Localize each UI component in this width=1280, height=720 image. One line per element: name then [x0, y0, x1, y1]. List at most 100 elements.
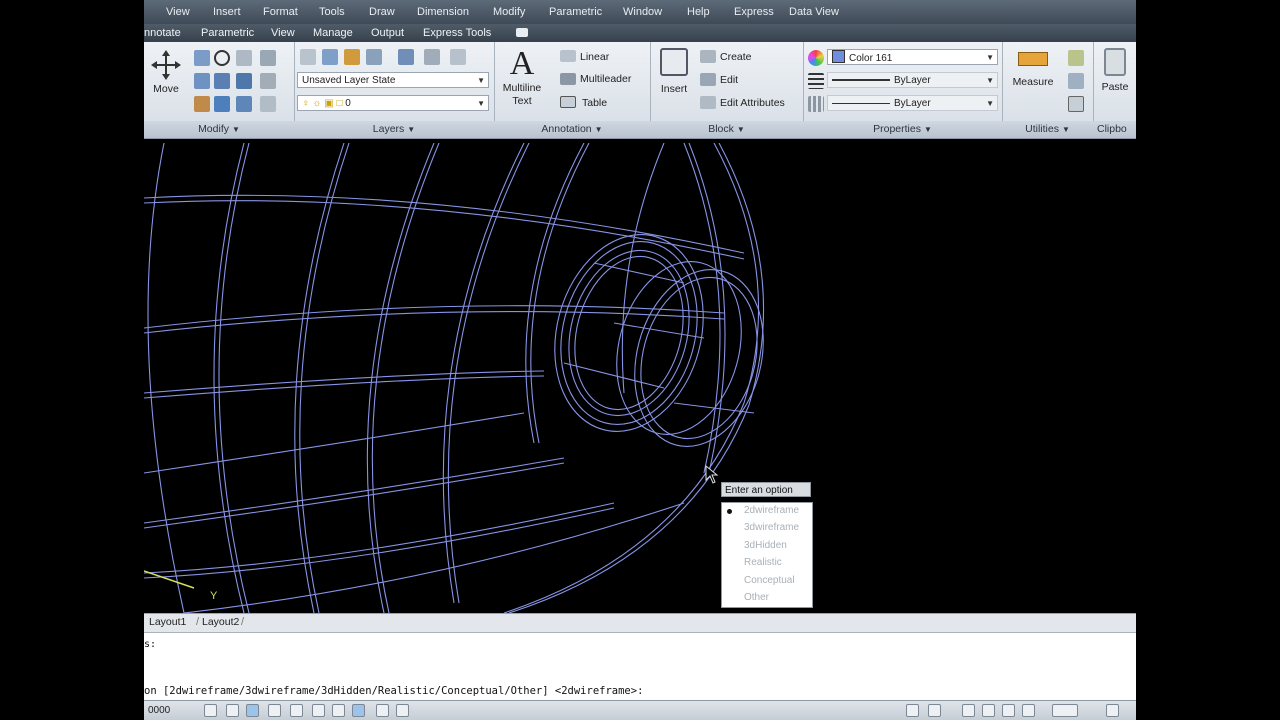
drawing-viewport[interactable]: Y Enter an option 2dwireframe 3dwirefram… [144, 143, 1136, 613]
layer-dropdown[interactable]: ♀ ☼ ▣ □ 0 ▼ [297, 95, 489, 111]
otrack-toggle-icon[interactable] [312, 704, 325, 717]
layer-isolate-icon[interactable] [398, 49, 414, 65]
osnap-toggle-icon[interactable] [290, 704, 303, 717]
menu-view[interactable]: View [166, 6, 190, 18]
quick-calc-icon[interactable] [1068, 50, 1084, 66]
linear-button[interactable]: Linear [580, 51, 609, 63]
paste-button[interactable]: Paste [1097, 48, 1133, 93]
lwt-toggle-icon[interactable] [376, 704, 389, 717]
annotation-scale-icon[interactable] [1052, 704, 1078, 717]
snap-toggle-icon[interactable] [204, 704, 217, 717]
command-prompt[interactable]: on [2dwireframe/3dwireframe/3dHidden/Rea… [144, 685, 643, 697]
annotation-panel-title[interactable]: Annotation ▼ [494, 121, 650, 138]
insert-button[interactable]: Insert [656, 48, 692, 95]
layer-state-dropdown[interactable]: Unsaved Layer State ▼ [297, 72, 489, 88]
minimize-ribbon-icon[interactable] [516, 28, 528, 37]
offset-icon[interactable] [260, 96, 276, 112]
panel-properties: Color 161 ▼ ByLayer ▼ ByLayer ▼ Properties ▼ [803, 42, 1003, 138]
layer-match-icon[interactable] [344, 49, 360, 65]
menu-modify[interactable]: Modify [493, 6, 525, 18]
option-realistic[interactable]: Realistic [744, 557, 782, 568]
move-button[interactable]: Move [148, 50, 184, 95]
option-other[interactable]: Other [744, 592, 769, 603]
ortho-toggle-icon[interactable] [246, 704, 259, 717]
block-panel-title[interactable]: Block ▼ [650, 121, 803, 138]
option-conceptual[interactable]: Conceptual [744, 575, 795, 586]
stretch-icon[interactable] [260, 50, 276, 66]
properties-panel-title[interactable]: Properties ▼ [803, 121, 1002, 138]
annotation-visibility-icon[interactable] [1106, 704, 1119, 717]
multiline-text-button[interactable]: A Multiline Text [500, 46, 544, 108]
lineweight-dropdown[interactable]: ByLayer ▼ [827, 95, 998, 111]
linetype-dropdown[interactable]: ByLayer ▼ [827, 72, 998, 88]
layer-previous-icon[interactable] [366, 49, 382, 65]
tab-view[interactable]: View [271, 27, 295, 39]
option-3dwireframe[interactable]: 3dwireframe [744, 522, 799, 533]
qp-toggle-icon[interactable] [396, 704, 409, 717]
create-button[interactable]: Create [720, 51, 752, 63]
modify-panel-title[interactable]: Modify ▼ [144, 121, 294, 138]
color-dropdown[interactable]: Color 161 ▼ [827, 49, 998, 65]
layer-freeze-icon[interactable] [450, 49, 466, 65]
option-2dwireframe[interactable]: 2dwireframe [744, 505, 799, 516]
array-icon[interactable] [236, 96, 252, 112]
quick-view-icon[interactable] [928, 704, 941, 717]
menu-express[interactable]: Express [734, 6, 774, 18]
copy-icon[interactable] [236, 50, 252, 66]
model-space-icon[interactable] [906, 704, 919, 717]
menu-tools[interactable]: Tools [319, 6, 345, 18]
measure-button[interactable]: Measure [1008, 52, 1058, 88]
utilities-panel-title[interactable]: Utilities ▼ [1002, 121, 1093, 138]
layer-state-icon[interactable] [322, 49, 338, 65]
menu-parametric[interactable]: Parametric [549, 6, 602, 18]
insert-label: Insert [660, 83, 688, 95]
layers-panel-title[interactable]: Layers ▼ [294, 121, 494, 138]
menu-format[interactable]: Format [263, 6, 298, 18]
ducs-toggle-icon[interactable] [332, 704, 345, 717]
zoom-icon[interactable] [982, 704, 995, 717]
command-history: s: [144, 639, 157, 650]
multileader-button[interactable]: Multileader [580, 73, 631, 85]
edit-attributes-button[interactable]: Edit Attributes [720, 97, 785, 109]
trim-icon[interactable] [260, 73, 276, 89]
match-properties-icon[interactable] [808, 50, 824, 66]
scale-icon[interactable] [214, 73, 230, 89]
steering-wheel-icon[interactable] [1002, 704, 1015, 717]
rotate-icon[interactable] [194, 50, 210, 66]
dyn-toggle-icon[interactable] [352, 704, 365, 717]
menu-draw[interactable]: Draw [369, 6, 395, 18]
menu-window[interactable]: Window [623, 6, 662, 18]
id-point-icon[interactable] [1068, 73, 1084, 89]
clipboard-panel-title[interactable]: Clipbo [1093, 121, 1136, 138]
linetype-icon [808, 96, 824, 112]
tab-parametric[interactable]: Parametric [201, 27, 254, 39]
tab-layout1[interactable]: Layout1 [149, 616, 186, 628]
sphere-wireframe [144, 143, 765, 613]
command-line[interactable]: s: on [2dwireframe/3dwireframe/3dHidden/… [144, 632, 1136, 701]
edit-button[interactable]: Edit [720, 74, 738, 86]
multileader-icon [560, 73, 576, 85]
tab-express-tools[interactable]: Express Tools [423, 27, 491, 39]
mirror-icon[interactable] [194, 73, 210, 89]
menu-dimension[interactable]: Dimension [417, 6, 469, 18]
tab-annotate[interactable]: nnotate [144, 27, 181, 39]
tab-output[interactable]: Output [371, 27, 404, 39]
circle-icon[interactable] [214, 50, 230, 66]
menu-data-view[interactable]: Data View [789, 6, 839, 18]
menu-help[interactable]: Help [687, 6, 710, 18]
layer-off-icon[interactable] [424, 49, 440, 65]
calculator-icon[interactable] [1068, 96, 1084, 112]
menu-insert[interactable]: Insert [213, 6, 241, 18]
erase-icon[interactable] [214, 96, 230, 112]
polar-toggle-icon[interactable] [268, 704, 281, 717]
pencil-icon[interactable] [194, 96, 210, 112]
tab-layout2[interactable]: Layout2 [202, 616, 239, 628]
option-3dhidden[interactable]: 3dHidden [744, 540, 787, 551]
pan-icon[interactable] [962, 704, 975, 717]
fillet-icon[interactable] [236, 73, 252, 89]
layer-properties-icon[interactable] [300, 49, 316, 65]
showmotion-icon[interactable] [1022, 704, 1035, 717]
table-button[interactable]: Table [582, 97, 607, 109]
tab-manage[interactable]: Manage [313, 27, 353, 39]
grid-toggle-icon[interactable] [226, 704, 239, 717]
